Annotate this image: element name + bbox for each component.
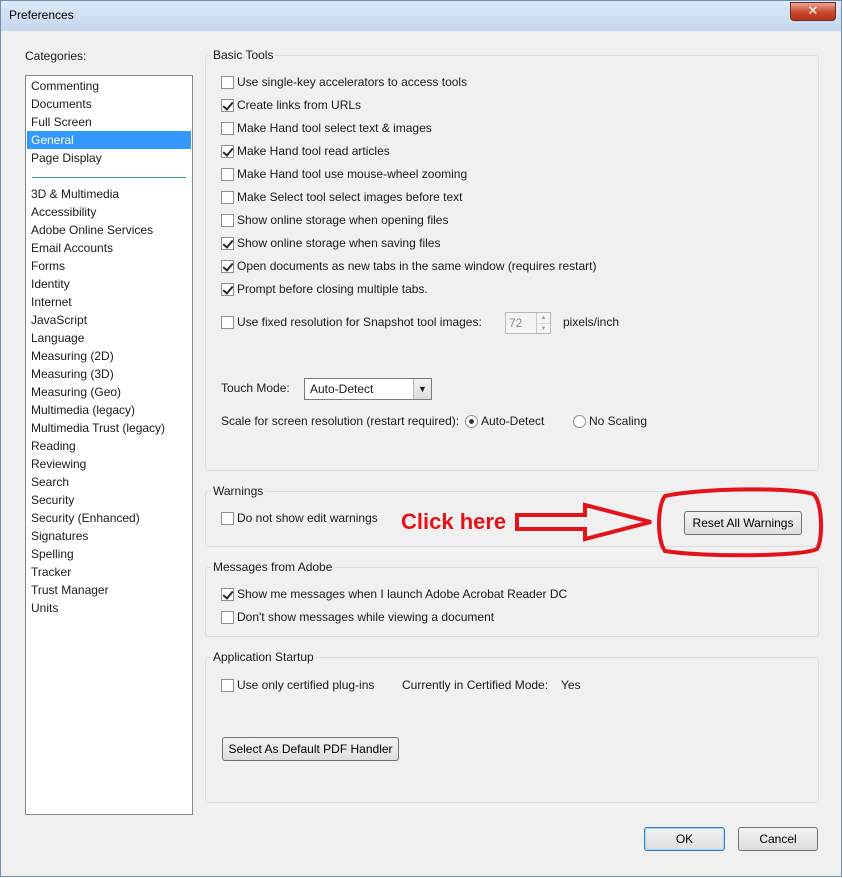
certified-plugins-label: Use only certified plug-ins	[237, 678, 375, 692]
certified-plugins-checkbox[interactable]	[221, 679, 234, 692]
dont-show-messages-label: Don't show messages while viewing a docu…	[237, 610, 495, 624]
messages-group	[205, 567, 819, 637]
certified-mode-value: Yes	[561, 678, 581, 692]
startup-title: Application Startup	[211, 650, 316, 664]
annotation-arrow-icon	[515, 502, 652, 542]
messages-title: Messages from Adobe	[211, 560, 335, 574]
show-messages-label: Show me messages when I launch Adobe Acr…	[237, 587, 568, 601]
show-messages-checkbox[interactable]	[221, 588, 234, 601]
annotation-circle-icon	[657, 487, 824, 558]
certified-mode-label: Currently in Certified Mode:	[402, 678, 549, 692]
ok-button[interactable]: OK	[644, 827, 725, 851]
preferences-dialog: Preferences ✕ Categories: Commenting Doc…	[0, 0, 842, 877]
dont-show-messages-checkbox[interactable]	[221, 611, 234, 624]
cancel-button[interactable]: Cancel	[738, 827, 818, 851]
default-pdf-handler-button[interactable]: Select As Default PDF Handler	[222, 737, 399, 761]
